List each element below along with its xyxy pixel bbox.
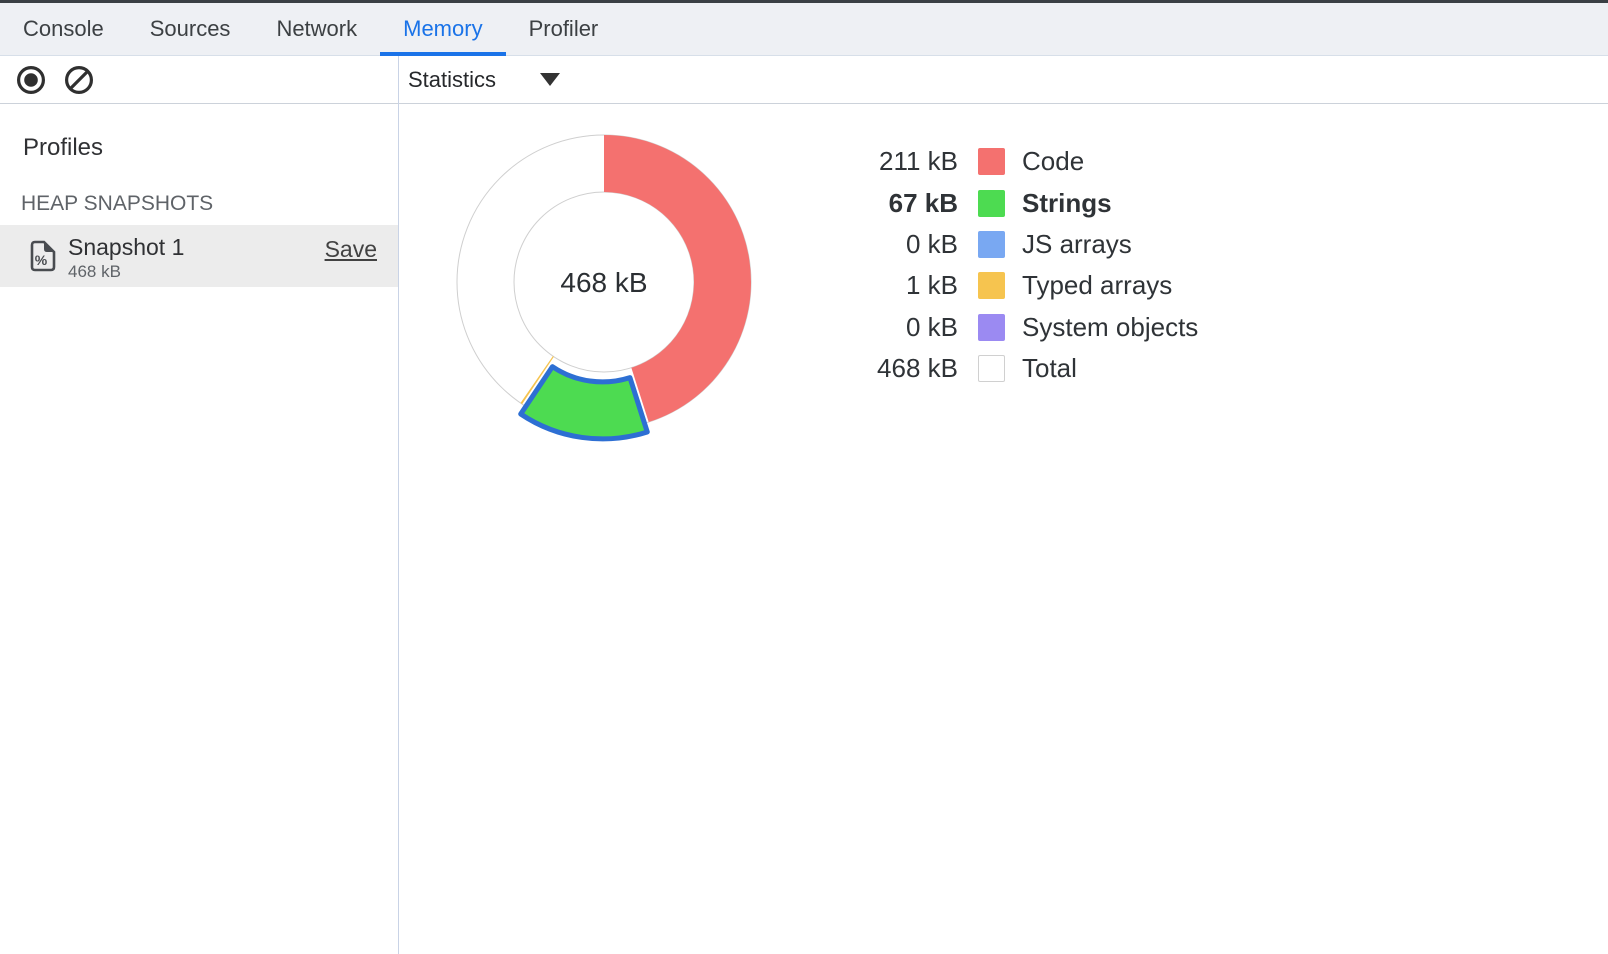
memory-toolbar <box>0 56 1608 104</box>
tab-sources[interactable]: Sources <box>127 3 254 55</box>
legend-value: 67 kB <box>808 188 958 219</box>
record-icon <box>15 64 47 96</box>
heap-snapshot-file-icon: % <box>30 240 56 272</box>
legend-value: 1 kB <box>808 270 958 301</box>
record-heap-snapshot-button[interactable] <box>15 64 47 96</box>
clear-icon <box>63 64 95 96</box>
legend-row-system-objects[interactable]: 0 kB System objects <box>808 307 1198 348</box>
snapshot-size: 468 kB <box>68 262 121 282</box>
legend-row-code[interactable]: 211 kB Code <box>808 141 1198 182</box>
legend-label: Code <box>1022 146 1084 177</box>
legend-value: 211 kB <box>808 146 958 177</box>
legend-label: Strings <box>1022 188 1112 219</box>
perspective-select-value: Statistics <box>408 67 496 93</box>
sidebar-item-snapshot-1[interactable]: % Snapshot 1 468 kB Save <box>0 225 398 287</box>
tab-console[interactable]: Console <box>0 3 127 55</box>
donut-center-label: 468 kB <box>560 267 647 298</box>
legend-value: 468 kB <box>808 353 958 384</box>
legend-row-strings[interactable]: 67 kB Strings <box>808 182 1198 223</box>
svg-text:%: % <box>35 252 48 268</box>
perspective-select[interactable]: Statistics <box>408 56 560 103</box>
tab-memory[interactable]: Memory <box>380 3 505 55</box>
tab-network[interactable]: Network <box>253 3 380 55</box>
sidebar-divider <box>398 56 399 954</box>
legend-color-swatch <box>978 272 1005 299</box>
devtools-tabbar: Console Sources Network Memory Profiler <box>0 3 1608 56</box>
donut-chart: 468 kB <box>434 112 774 452</box>
heap-snapshots-section-heading: HEAP SNAPSHOTS <box>21 192 213 216</box>
legend-color-swatch <box>978 231 1005 258</box>
legend-label: System objects <box>1022 312 1198 343</box>
legend-row-js-arrays[interactable]: 0 kB JS arrays <box>808 224 1198 265</box>
legend-color-swatch <box>978 355 1005 382</box>
legend-color-swatch <box>978 190 1005 217</box>
legend-value: 0 kB <box>808 229 958 260</box>
legend-label: Typed arrays <box>1022 270 1172 301</box>
chevron-down-icon <box>540 73 560 86</box>
legend-color-swatch <box>978 314 1005 341</box>
clear-profiles-button[interactable] <box>63 64 95 96</box>
snapshot-title: Snapshot 1 <box>68 234 184 261</box>
tab-profiler[interactable]: Profiler <box>506 3 622 55</box>
chart-legend: 211 kB Code 67 kB Strings 0 kB JS arrays 1 kB T… <box>808 141 1198 389</box>
legend-row-typed-arrays[interactable]: 1 kB Typed arrays <box>808 265 1198 306</box>
legend-color-swatch <box>978 148 1005 175</box>
legend-label: Total <box>1022 353 1077 384</box>
save-snapshot-link[interactable]: Save <box>325 236 377 263</box>
profiles-heading: Profiles <box>23 134 103 162</box>
legend-row-total: 468 kB Total <box>808 348 1198 389</box>
legend-label: JS arrays <box>1022 229 1132 260</box>
legend-value: 0 kB <box>808 312 958 343</box>
